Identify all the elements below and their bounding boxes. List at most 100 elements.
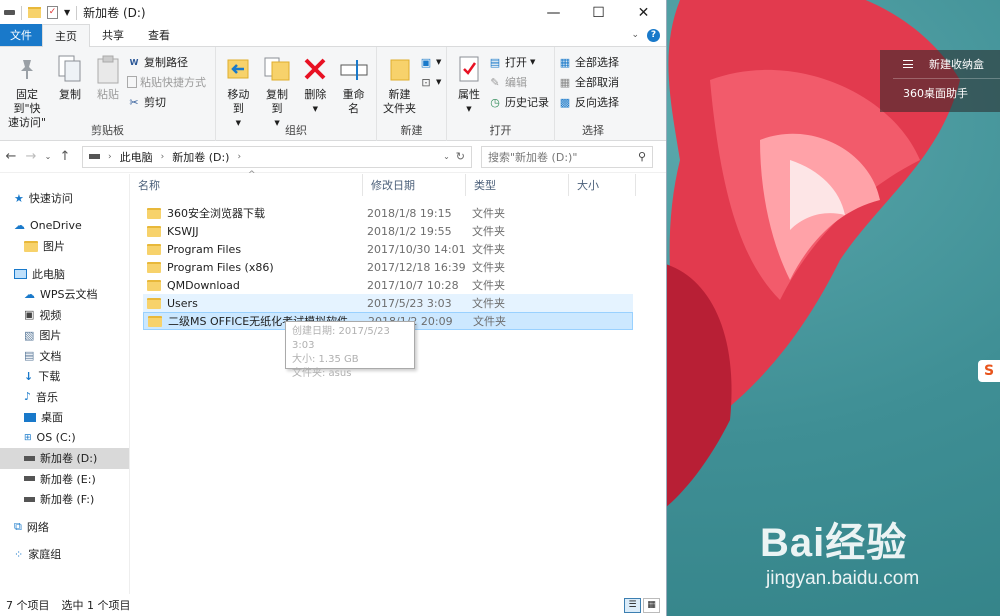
- column-size[interactable]: 大小: [569, 174, 636, 196]
- new-item-button[interactable]: ▣ ▼: [419, 53, 442, 71]
- properties-icon[interactable]: ✓: [47, 6, 58, 19]
- move-to-icon: [222, 53, 254, 85]
- nav-drive-e[interactable]: 新加卷 (E:): [0, 469, 129, 490]
- navigation-pane: ★ 快速访问 ☁ OneDrive 图片 此电脑 ☁ WPS云文档 ▣ 视频 ▧ 图片 ▤…: [0, 174, 130, 594]
- copy-path-label: 复制路径: [144, 56, 188, 69]
- close-button[interactable]: ✕: [621, 0, 666, 25]
- easy-access-icon: ⊡: [421, 75, 431, 89]
- nav-label: 桌面: [41, 411, 63, 425]
- folder-icon: [147, 261, 161, 273]
- invert-selection-label: 反向选择: [575, 96, 619, 109]
- help-icon[interactable]: ?: [647, 28, 660, 42]
- tab-home[interactable]: 主页: [42, 24, 90, 47]
- network-icon: ⧉: [14, 519, 22, 533]
- copy-path-button[interactable]: W 复制路径: [127, 53, 206, 71]
- nav-desktop[interactable]: 桌面: [0, 407, 129, 428]
- tab-share[interactable]: 共享: [90, 24, 136, 46]
- file-name: KSWJJ: [167, 224, 199, 238]
- nav-downloads[interactable]: ↓ 下载: [0, 366, 129, 387]
- cut-button[interactable]: ✂ 剪切: [127, 93, 206, 111]
- nav-onedrive-pictures[interactable]: 图片: [0, 236, 129, 257]
- nav-drive-c[interactable]: ⊞ OS (C:): [0, 428, 129, 449]
- file-type: 文件夹: [472, 279, 505, 292]
- forward-arrow-icon[interactable]: →: [24, 149, 38, 164]
- history-button[interactable]: ◷ 历史记录: [488, 93, 549, 111]
- back-arrow-icon[interactable]: ←: [4, 149, 18, 164]
- file-row[interactable]: Program Files 2017/10/30 14:01 文件夹: [143, 240, 633, 258]
- chevron-right-icon[interactable]: ›: [108, 152, 112, 162]
- minimize-button[interactable]: —: [531, 0, 576, 25]
- file-list-pane: ^ 名称 修改日期 类型 大小 360安全浏览器下载 2018/1/8 19:15…: [130, 170, 666, 594]
- view-toggle: ☰ ▦: [624, 597, 666, 613]
- file-row-hovered[interactable]: Users 2017/5/23 3:03 文件夹: [143, 294, 633, 312]
- music-icon: ♪: [24, 390, 32, 404]
- easy-access-button[interactable]: ⊡ ▼: [419, 73, 441, 91]
- menu-icon: [903, 60, 913, 68]
- select-group-label: 选择: [582, 124, 604, 137]
- ribbon-tabs: 文件 主页 共享 查看 ⌄ ?: [0, 24, 666, 47]
- copy-to-label: 复制到: [266, 88, 288, 115]
- refresh-icon[interactable]: ↻: [456, 150, 465, 163]
- large-icons-view-icon[interactable]: ▦: [643, 597, 660, 613]
- address-bar[interactable]: › 此电脑 › 新加卷 (D:) › ⌄ ↻: [82, 145, 472, 168]
- nav-label: OneDrive: [30, 219, 82, 233]
- file-row[interactable]: KSWJJ 2018/1/2 19:55 文件夹: [143, 222, 633, 240]
- invert-selection-button[interactable]: ▩ 反向选择: [558, 93, 619, 111]
- nav-quick-access[interactable]: ★ 快速访问: [0, 188, 129, 209]
- nav-network[interactable]: ⧉ 网络: [0, 517, 129, 538]
- edit-button[interactable]: ✎ 编辑: [488, 73, 549, 91]
- folder-icon: [147, 225, 161, 237]
- nav-homegroup[interactable]: ⁘ 家庭组: [0, 544, 129, 565]
- breadcrumb-this-pc[interactable]: 此电脑: [120, 149, 153, 165]
- nav-label: 文档: [39, 349, 62, 363]
- nav-this-pc[interactable]: 此电脑: [0, 264, 129, 285]
- details-view-icon[interactable]: ☰: [624, 597, 641, 613]
- nav-label: 新加卷 (E:): [40, 472, 96, 486]
- move-to-label: 移动到: [227, 88, 250, 115]
- edit-label: 编辑: [505, 76, 527, 89]
- tab-view[interactable]: 查看: [136, 24, 182, 46]
- select-all-button[interactable]: ▦ 全部选择: [558, 53, 619, 71]
- column-type[interactable]: 类型: [466, 174, 569, 196]
- file-row[interactable]: QMDownload 2017/10/7 10:28 文件夹: [143, 276, 633, 294]
- drive-icon[interactable]: [4, 10, 15, 15]
- collapse-ribbon-chevron-icon[interactable]: ⌄: [631, 30, 639, 40]
- column-name[interactable]: 名称: [130, 174, 363, 196]
- selected-count: 选中 1 个项目: [61, 599, 131, 612]
- nav-music[interactable]: ♪ 音乐: [0, 387, 129, 408]
- file-row[interactable]: 360安全浏览器下载 2018/1/8 19:15 文件夹: [143, 204, 633, 222]
- nav-wps-cloud[interactable]: ☁ WPS云文档: [0, 284, 129, 305]
- breadcrumb-drive-d[interactable]: 新加卷 (D:): [172, 149, 229, 165]
- search-input[interactable]: 搜索"新加卷 (D:)" ⚲: [481, 145, 653, 168]
- sogou-logo-icon[interactable]: S: [978, 360, 1000, 382]
- nav-label: 网络: [26, 520, 49, 534]
- select-none-button[interactable]: ▦ 全部取消: [558, 73, 619, 91]
- recent-locations-chevron-icon[interactable]: ⌄: [44, 152, 52, 161]
- nav-drive-f[interactable]: 新加卷 (F:): [0, 489, 129, 510]
- chevron-down-icon: ▼: [436, 58, 442, 66]
- column-date-modified[interactable]: 修改日期: [363, 174, 466, 196]
- drive-icon: [24, 455, 35, 461]
- chevron-right-icon[interactable]: ›: [237, 152, 241, 162]
- paste-shortcut-button[interactable]: 粘贴快捷方式: [127, 73, 206, 91]
- chevron-right-icon[interactable]: ›: [161, 152, 165, 162]
- tooltip-folders: 文件夹: asus: [292, 368, 352, 379]
- file-row[interactable]: Program Files (x86) 2017/12/18 16:39 文件夹: [143, 258, 633, 276]
- customize-toolbar-chevron-icon[interactable]: ▼: [64, 8, 70, 17]
- nav-videos[interactable]: ▣ 视频: [0, 305, 129, 326]
- up-arrow-icon[interactable]: ↑: [58, 149, 72, 164]
- folder-icon[interactable]: [28, 7, 41, 18]
- nav-pictures[interactable]: ▧ 图片: [0, 325, 129, 346]
- open-button[interactable]: ▤ 打开 ▼: [488, 53, 549, 71]
- nav-drive-d[interactable]: 新加卷 (D:): [0, 448, 129, 469]
- ribbon: 固定到"快 速访问" 复制 粘贴 W 复制路径 粘贴快捷方式 ✂ 剪切 剪贴板 移动…: [0, 47, 666, 141]
- address-history-chevron-icon[interactable]: ⌄: [443, 152, 450, 161]
- file-date: 2017/10/7 10:28: [367, 278, 459, 292]
- nav-onedrive[interactable]: ☁ OneDrive: [0, 216, 129, 237]
- new-box-item[interactable]: 新建收纳盒: [893, 50, 1000, 78]
- new-item-icon: ▣: [420, 55, 432, 69]
- maximize-button[interactable]: ☐: [576, 0, 621, 25]
- nav-documents[interactable]: ▤ 文档: [0, 346, 129, 367]
- desktop-assistant-item[interactable]: 360桌面助手: [893, 78, 1000, 106]
- tab-file[interactable]: 文件: [0, 24, 42, 46]
